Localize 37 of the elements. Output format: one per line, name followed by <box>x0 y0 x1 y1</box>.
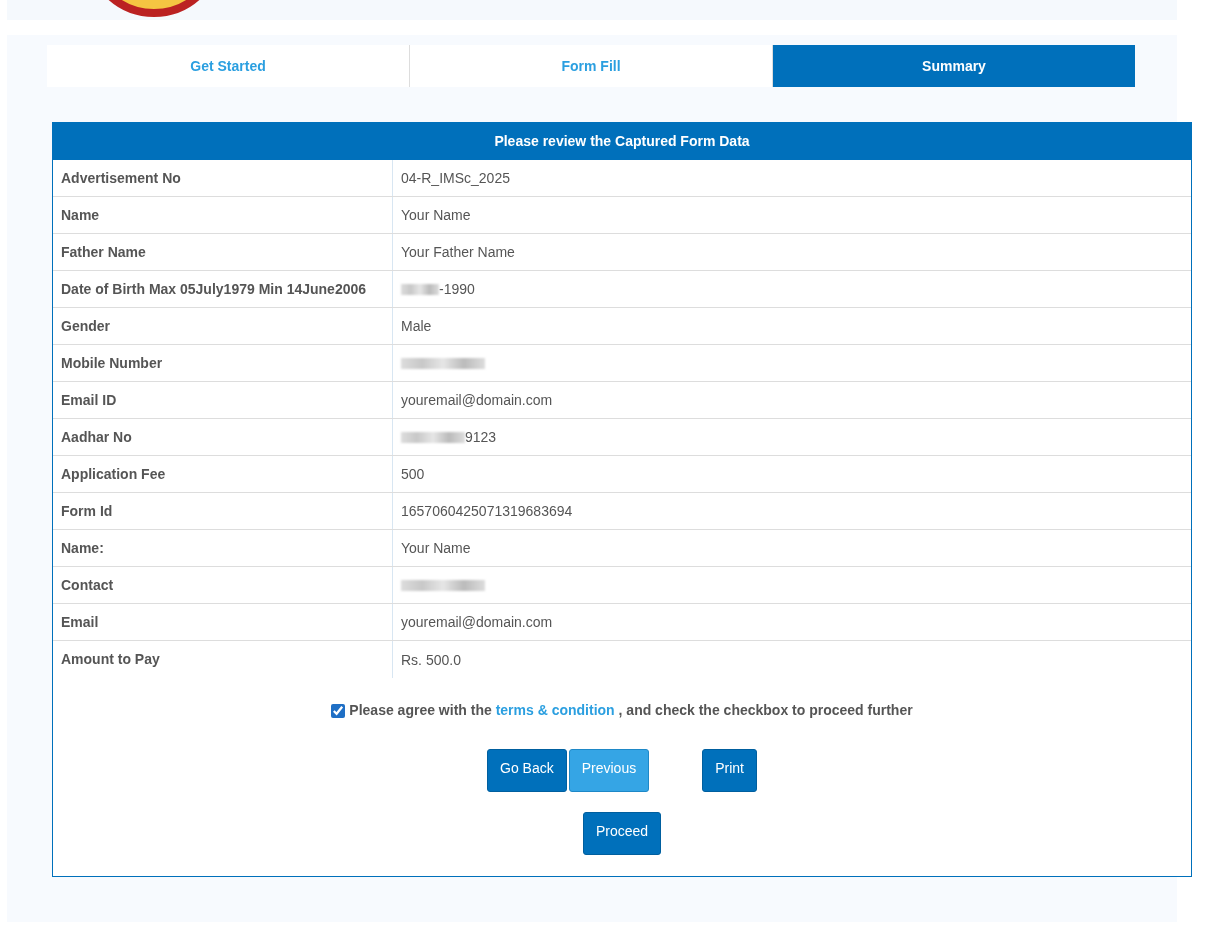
field-label: Email ID <box>53 382 393 418</box>
field-label: Date of Birth Max 05July1979 Min 14June2006 <box>53 271 393 307</box>
field-value: Male <box>401 317 432 336</box>
field-label: Father Name <box>53 234 393 270</box>
field-label: Amount to Pay <box>53 641 393 678</box>
field-label: Mobile Number <box>53 345 393 381</box>
field-value: youremail@domain.com <box>401 613 553 632</box>
field-value: Your Name <box>401 539 471 558</box>
field-value: youremail@domain.com <box>401 391 553 410</box>
field-value: 1657060425071319683694 <box>401 502 573 521</box>
field-label: Application Fee <box>53 456 393 492</box>
field-label: Advertisement No <box>53 160 393 196</box>
field-label: Name <box>53 197 393 233</box>
terms-link[interactable]: terms & condition <box>495 702 615 718</box>
step-tab[interactable]: Get Started <box>47 45 409 87</box>
action-button[interactable]: Proceed <box>582 812 662 855</box>
field-label: Name: <box>53 530 393 566</box>
agreement-text: Please agree with the terms & condition , and check the checkbox to proceed further <box>349 701 913 720</box>
field-label: Gender <box>53 308 393 344</box>
field-label: Form Id <box>53 493 393 529</box>
table-title: Please review the Captured Form Data <box>53 123 1191 160</box>
field-value: 9123 <box>465 428 497 447</box>
field-value: Rs. 500.0 <box>401 650 461 670</box>
field-value: Your Father Name <box>401 243 515 262</box>
field-label: Contact <box>53 567 393 603</box>
field-value: -1990 <box>439 280 475 299</box>
field-value: 04-R_IMSc_2025 <box>401 169 510 188</box>
action-button[interactable]: Go Back <box>487 749 567 792</box>
field-label: Aadhar No <box>53 419 393 455</box>
action-button[interactable]: Print <box>702 749 757 792</box>
field-value: Your Name <box>401 206 471 225</box>
step-tab[interactable]: Form Fill <box>409 45 772 87</box>
field-label: Email <box>53 604 393 640</box>
action-button[interactable]: Previous <box>568 749 650 792</box>
agree-checkbox[interactable] <box>331 703 346 718</box>
field-value: 500 <box>401 465 425 484</box>
step-tab[interactable]: Summary <box>772 45 1135 87</box>
